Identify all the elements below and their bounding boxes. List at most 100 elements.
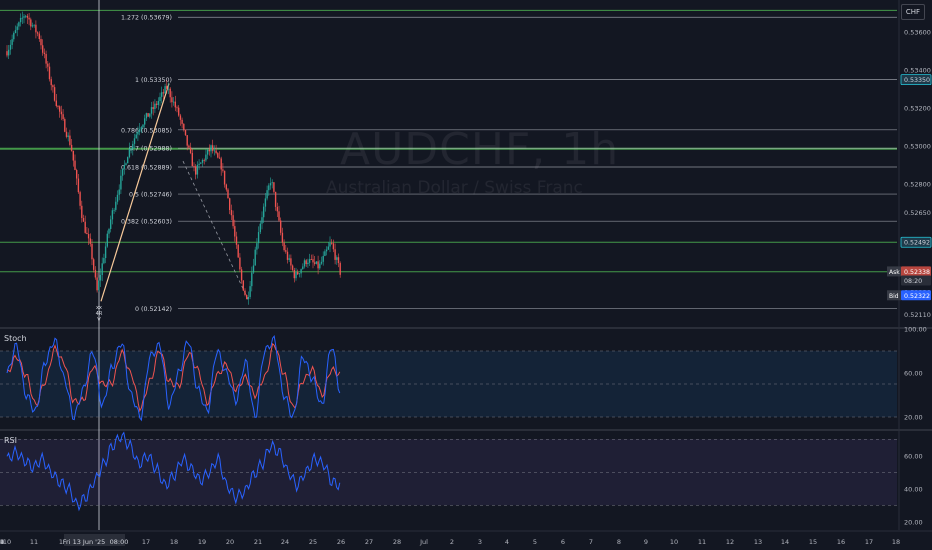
candle-body — [98, 280, 100, 291]
candle-body — [271, 182, 273, 184]
fib-level-label: 1.272 (0.53679) — [121, 15, 172, 22]
dashed-projection-line — [182, 160, 250, 302]
candle-body — [55, 100, 57, 107]
candle-body — [47, 63, 49, 67]
candle-body — [135, 134, 137, 139]
candle-body — [74, 160, 76, 171]
candle-body — [230, 210, 233, 216]
candle-body — [256, 243, 258, 250]
candle-body — [195, 166, 197, 175]
currency-button[interactable]: CHF — [901, 4, 925, 20]
candle-body — [87, 234, 90, 239]
candle-body — [332, 243, 335, 250]
candle-body — [113, 209, 115, 211]
candle-body — [91, 243, 93, 260]
price-tick-label: 0.53600 — [904, 29, 931, 37]
candle-body — [247, 296, 250, 300]
candle-body — [79, 192, 81, 206]
candle-body — [290, 258, 292, 266]
candle-body — [235, 236, 238, 245]
candle-body — [167, 88, 170, 90]
time-tick-label: 19 — [198, 538, 206, 546]
candle-body — [251, 272, 253, 287]
candle-body — [116, 194, 119, 202]
candle-body — [257, 232, 260, 244]
price-tick-label: 0.52650 — [904, 209, 931, 217]
candle-body — [120, 175, 122, 190]
candle-body — [186, 135, 188, 146]
candle-body — [278, 211, 280, 221]
price-tick-label: 0.53200 — [904, 105, 931, 113]
candle-body — [222, 169, 224, 171]
candle-body — [36, 32, 39, 34]
candle-body — [325, 249, 328, 252]
candle-body — [13, 33, 15, 40]
candle-body — [198, 163, 200, 165]
candle-body — [225, 184, 227, 190]
candle-body — [161, 92, 163, 97]
chart-canvas[interactable]: 1.272 (0.53679) 1 (0.53350) 0.786 (0.53085… — [0, 0, 932, 550]
candle-body — [6, 51, 8, 56]
candle-body — [293, 270, 295, 279]
candle-body — [93, 259, 95, 270]
price-tick-label: 0.52110 — [904, 311, 931, 319]
candle-body — [118, 189, 120, 195]
time-tick-label: 7 — [589, 538, 593, 546]
vertical-marker-label: xx 4R V — [92, 305, 106, 323]
time-tick-label: 18 — [892, 538, 900, 546]
candle-body — [220, 158, 222, 170]
candle-body — [200, 162, 202, 164]
candle-body — [298, 273, 301, 275]
candle-body — [189, 147, 192, 154]
candle-body — [183, 123, 185, 130]
candle-body — [64, 119, 66, 132]
candle-body — [266, 190, 268, 199]
candle-body — [99, 275, 102, 281]
candle-body — [70, 144, 73, 151]
fib-level-label: 0.382 (0.52603) — [121, 219, 172, 226]
candle-body — [227, 189, 229, 199]
time-tick-label: 18 — [170, 538, 178, 546]
time-tick-label: 10 — [670, 538, 678, 546]
candle-body — [106, 233, 108, 247]
candle-body — [76, 170, 78, 179]
candle-body — [339, 263, 341, 275]
candle-body — [152, 107, 154, 110]
candle-body — [184, 129, 187, 136]
stoch-pane-label: Stoch — [4, 334, 27, 343]
candle-body — [191, 153, 193, 167]
price-tag-value: 0.52322 — [904, 293, 930, 300]
candle-body — [283, 242, 285, 251]
fib-level-label: 1 (0.53350) — [135, 77, 172, 84]
candle-body — [65, 131, 68, 137]
candle-body — [104, 246, 107, 259]
time-tick-label: Jul — [419, 538, 428, 546]
candle-body — [203, 159, 205, 161]
time-tick-label: 3 — [478, 538, 482, 546]
candle-body — [81, 205, 83, 218]
time-tick-label: Fri 13 Jun '25 — [63, 538, 105, 546]
candle-body — [210, 145, 212, 152]
candle-body — [176, 107, 178, 109]
candle-body — [261, 217, 263, 224]
candle-body — [297, 272, 299, 275]
candle-body — [269, 183, 272, 186]
candle-body — [254, 249, 256, 266]
candle-body — [166, 86, 168, 89]
candle-body — [43, 52, 46, 55]
candle-body — [53, 87, 56, 101]
pane-separator — [0, 327, 932, 329]
candle-body — [268, 185, 270, 191]
candle-body — [125, 163, 127, 166]
candle-body — [19, 17, 22, 23]
time-tick-label: 11 — [30, 538, 38, 546]
candle-body — [273, 182, 275, 192]
candle-body — [121, 168, 124, 176]
candle-body — [103, 258, 105, 264]
time-tick-label: 24 — [0, 538, 4, 546]
candle-body — [57, 106, 59, 107]
candle-body — [89, 238, 91, 244]
candle-body — [16, 26, 18, 31]
time-tick-label: 28 — [393, 538, 401, 546]
candle-body — [155, 103, 158, 105]
